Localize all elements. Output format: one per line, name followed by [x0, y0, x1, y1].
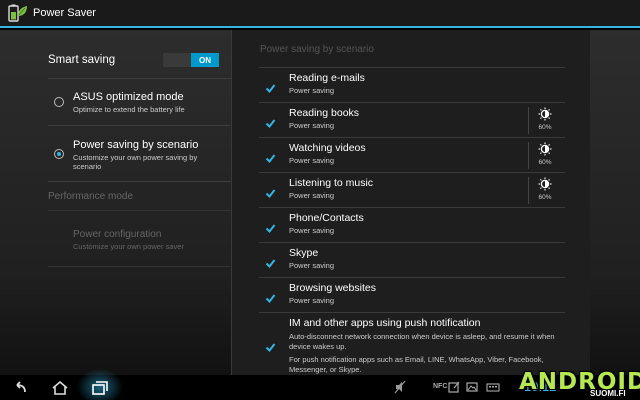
smart-saving-label: Smart saving — [48, 54, 116, 66]
scenario-subtitle: Power saving — [289, 226, 335, 235]
gallery-icon — [466, 380, 478, 394]
checkbox-checked-icon[interactable] — [265, 81, 276, 94]
scenario-item[interactable]: Watching videos Power saving 60% — [259, 137, 565, 172]
scenario-subtitle: Power saving — [289, 86, 335, 95]
divider — [528, 177, 529, 204]
scenario-subtitle: Power saving — [289, 121, 335, 130]
keyboard-icon — [486, 380, 500, 394]
scenario-item[interactable]: Skype Power saving — [259, 242, 565, 277]
scenario-item[interactable]: Browsing websites Power saving — [259, 277, 565, 312]
scenario-item-im[interactable]: IM and other apps using push notificatio… — [259, 312, 565, 375]
scenario-subtitle: Power saving — [289, 261, 335, 270]
brightness-icon[interactable] — [538, 107, 552, 121]
recent-apps-icon[interactable] — [90, 378, 110, 398]
radio-button[interactable] — [54, 97, 64, 107]
divider — [48, 210, 232, 211]
smart-saving-toggle[interactable]: ON — [163, 53, 219, 67]
scenario-title: Browsing websites — [289, 282, 376, 294]
battery-leaf-icon — [6, 2, 28, 24]
scenario-title: Reading books — [289, 107, 360, 119]
checkbox-checked-icon[interactable] — [265, 340, 276, 353]
scenario-title: Watching videos — [289, 142, 366, 154]
title-bar: Power Saver — [0, 0, 640, 28]
performance-mode-header: Performance mode — [48, 191, 134, 202]
scenario-header: Power saving by scenario — [260, 44, 374, 55]
smart-saving-row[interactable]: Smart saving ON — [48, 50, 232, 70]
radio-button-selected[interactable] — [54, 149, 64, 159]
option-asus-optimized[interactable]: ASUS optimized mode Optimize to extend t… — [48, 80, 232, 125]
scenario-description: Auto-disconnect network connection when … — [289, 332, 555, 351]
toggle-on-label: ON — [191, 53, 219, 67]
scenario-subtitle: Power saving — [289, 191, 335, 200]
nfc-icon: NFC — [433, 383, 448, 390]
scenario-title: Reading e-mails — [289, 72, 365, 84]
notes-icon — [448, 380, 460, 394]
divider — [48, 78, 232, 79]
home-icon[interactable] — [50, 378, 70, 398]
checkbox-checked-icon[interactable] — [265, 186, 276, 199]
scenario-subtitle: Power saving — [289, 156, 335, 165]
settings-panel: Smart saving ON ASUS optimized mode Opti… — [0, 30, 232, 375]
brightness-value: 60% — [538, 159, 552, 166]
power-configuration-subtitle: Customize your own power saver — [73, 242, 184, 251]
checkbox-checked-icon[interactable] — [265, 116, 276, 129]
option-subtitle: Customize your own power saving by scena… — [73, 153, 198, 171]
main-content: Smart saving ON ASUS optimized mode Opti… — [0, 30, 640, 375]
checkbox-checked-icon[interactable] — [265, 256, 276, 269]
option-title: ASUS optimized mode — [73, 91, 184, 103]
divider — [48, 181, 232, 182]
scenario-item[interactable]: Listening to music Power saving 60% — [259, 172, 565, 207]
checkbox-checked-icon[interactable] — [265, 151, 276, 164]
scenario-title: Skype — [289, 247, 319, 259]
brightness-icon[interactable] — [538, 142, 552, 156]
brightness-value: 60% — [538, 124, 552, 131]
brightness-icon[interactable] — [538, 177, 552, 191]
divider — [48, 125, 232, 126]
scenario-title: Listening to music — [289, 177, 374, 189]
watermark-site: SUOMI.FI — [590, 389, 626, 398]
option-scenario[interactable]: Power saving by scenario Customize your … — [48, 127, 232, 180]
option-subtitle: Optimize to extend the battery life — [73, 105, 185, 114]
back-icon[interactable] — [10, 378, 30, 398]
scenario-panel: Power saving by scenario Reading e-mails… — [231, 30, 590, 375]
app-title: Power Saver — [33, 7, 96, 19]
checkbox-checked-icon[interactable] — [265, 221, 276, 234]
scenario-item[interactable]: Reading e-mails Power saving — [259, 67, 565, 102]
scenario-title: IM and other apps using push notificatio… — [289, 317, 481, 329]
scenario-item[interactable]: Reading books Power saving 60% — [259, 102, 565, 137]
scenario-title: Phone/Contacts — [289, 212, 364, 224]
option-title: Power saving by scenario — [73, 139, 199, 151]
power-configuration-title: Power configuration — [73, 229, 162, 240]
divider — [528, 142, 529, 169]
scenario-item[interactable]: Phone/Contacts Power saving — [259, 207, 565, 242]
divider — [48, 266, 232, 267]
checkbox-checked-icon[interactable] — [265, 291, 276, 304]
brightness-value: 60% — [538, 194, 552, 201]
scenario-subtitle: Power saving — [289, 296, 335, 305]
divider — [528, 107, 529, 134]
muted-icon — [394, 380, 406, 394]
